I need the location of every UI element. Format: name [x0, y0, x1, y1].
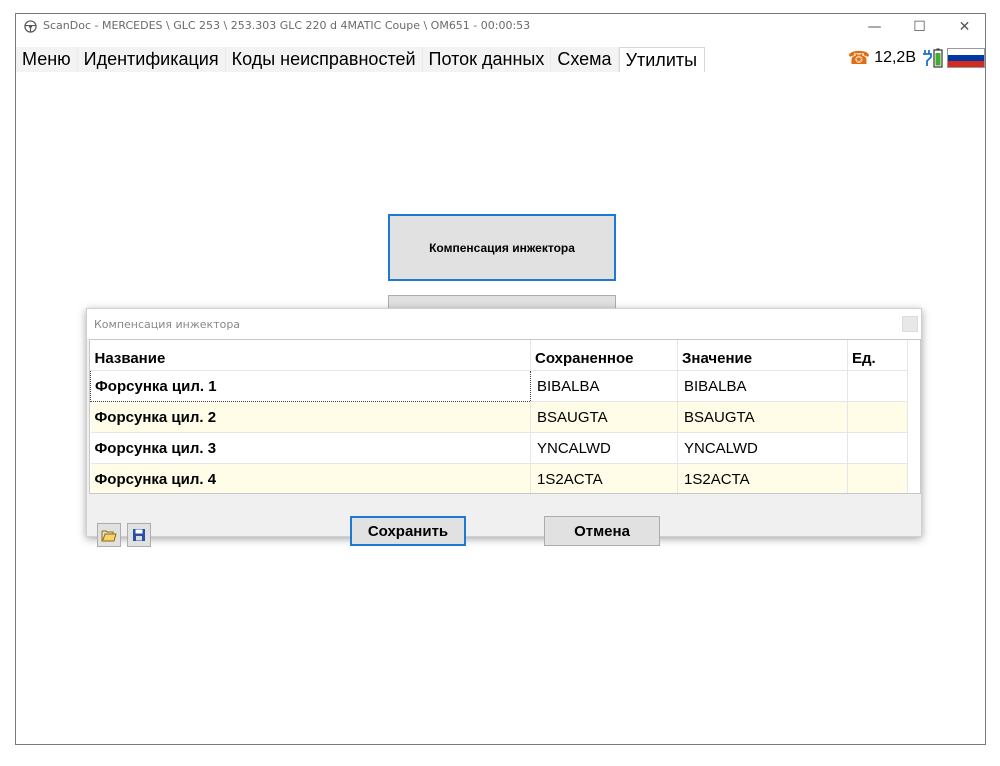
tab-bar: Меню Идентификация Коды неисправностей П…: [16, 47, 705, 72]
column-header-value[interactable]: Значение: [677, 340, 848, 371]
tab-fault-codes[interactable]: Коды неисправностей: [225, 47, 423, 72]
window-title: ScanDoc - MERCEDES \ GLC 253 \ 253.303 G…: [43, 19, 531, 32]
table-header: Название Сохраненное Значение Ед.: [90, 340, 908, 371]
injector-table: Название Сохраненное Значение Ед. Форсун…: [89, 339, 921, 494]
title-bar: ScanDoc - MERCEDES \ GLC 253 \ 253.303 G…: [16, 14, 985, 39]
russia-flag-icon[interactable]: [947, 48, 985, 68]
injector-compensation-dialog: Компенсация инжектора Название Сохраненн…: [86, 308, 922, 547]
column-header-saved[interactable]: Сохраненное: [530, 340, 678, 371]
tab-identification[interactable]: Идентификация: [77, 47, 226, 72]
cell-saved[interactable]: BIBALBA: [530, 370, 678, 402]
dialog-title-bar: Компенсация инжектора: [87, 309, 921, 339]
cell-saved[interactable]: YNCALWD: [530, 432, 678, 464]
cell-value[interactable]: 1S2ACTA: [677, 463, 848, 493]
floppy-disk-icon: [133, 529, 145, 541]
tab-utilities[interactable]: Утилиты: [618, 47, 705, 72]
status-area: ☎ 12,2В: [848, 46, 985, 70]
voltage-readout: 12,2В: [874, 49, 916, 66]
cancel-button[interactable]: Отмена: [544, 516, 660, 546]
cell-unit[interactable]: [847, 432, 908, 464]
cell-saved[interactable]: 1S2ACTA: [530, 463, 678, 493]
steering-wheel-icon: [24, 20, 37, 33]
injector-compensation-button[interactable]: Компенсация инжектора: [388, 214, 616, 281]
table-row[interactable]: Форсунка цил. 4 1S2ACTA 1S2ACTA: [90, 463, 908, 493]
cell-name[interactable]: Форсунка цил. 2: [90, 401, 531, 433]
cell-name[interactable]: Форсунка цил. 3: [90, 432, 531, 464]
dialog-title: Компенсация инжектора: [94, 318, 241, 331]
phone-icon: ☎: [847, 47, 871, 68]
cell-value[interactable]: BIBALBA: [677, 370, 848, 402]
tab-schema[interactable]: Схема: [551, 47, 619, 72]
cell-name[interactable]: Форсунка цил. 4: [90, 463, 531, 493]
open-file-button[interactable]: [97, 523, 121, 547]
table-row[interactable]: Форсунка цил. 2 BSAUGTA BSAUGTA: [90, 401, 908, 433]
column-header-name[interactable]: Название: [90, 340, 531, 371]
cell-value[interactable]: BSAUGTA: [677, 401, 848, 433]
cell-unit[interactable]: [847, 401, 908, 433]
open-folder-icon: [101, 530, 117, 542]
maximize-button[interactable]: ☐: [897, 14, 942, 39]
column-header-unit[interactable]: Ед.: [847, 340, 908, 371]
cell-name[interactable]: Форсунка цил. 1: [90, 370, 531, 402]
save-button[interactable]: Сохранить: [350, 516, 466, 546]
cell-unit[interactable]: [847, 463, 908, 493]
table-row[interactable]: Форсунка цил. 1 BIBALBA BIBALBA: [90, 370, 908, 402]
cell-unit[interactable]: [847, 370, 908, 402]
cell-value[interactable]: YNCALWD: [677, 432, 848, 464]
plug-battery-icon: [923, 48, 943, 68]
save-file-button[interactable]: [127, 523, 151, 547]
cell-saved[interactable]: BSAUGTA: [530, 401, 678, 433]
tab-menu[interactable]: Меню: [16, 47, 78, 72]
close-button[interactable]: ✕: [942, 14, 987, 39]
dialog-close-button[interactable]: [902, 316, 918, 332]
minimize-button[interactable]: —: [852, 14, 897, 39]
app-window: ScanDoc - MERCEDES \ GLC 253 \ 253.303 G…: [15, 13, 986, 745]
table-row[interactable]: Форсунка цил. 3 YNCALWD YNCALWD: [90, 432, 908, 464]
tab-data-stream[interactable]: Поток данных: [422, 47, 552, 72]
